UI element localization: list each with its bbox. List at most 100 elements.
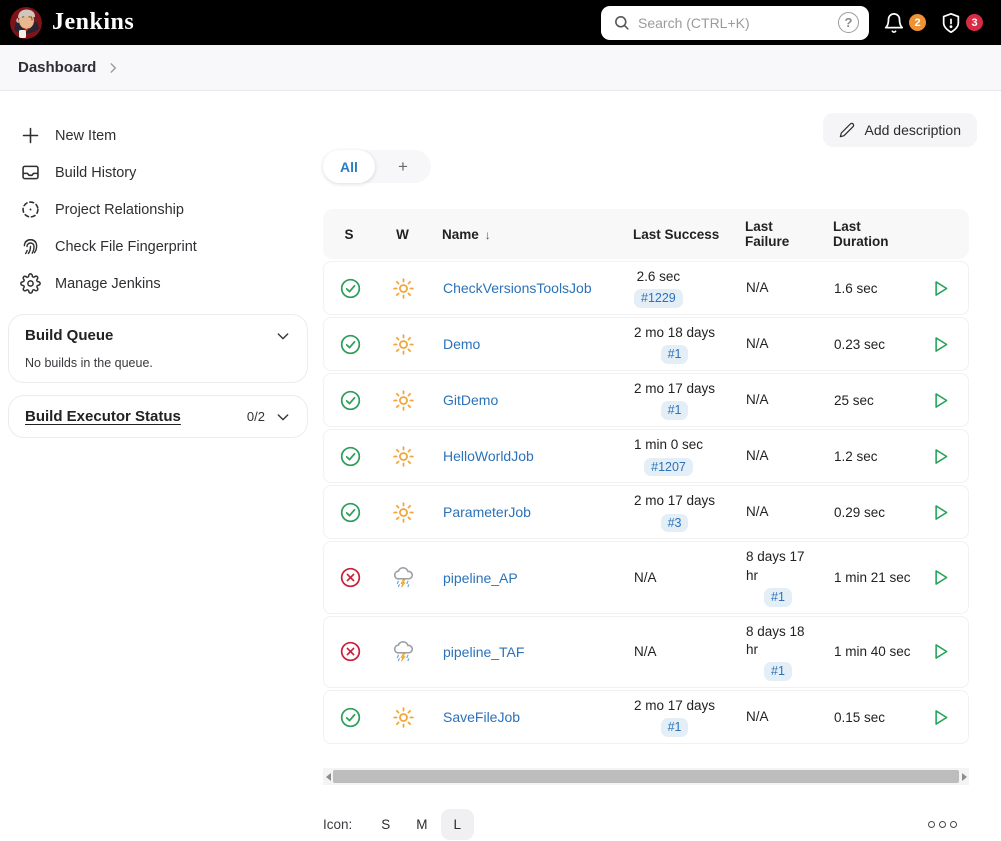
last-duration-value: 0.29 sec <box>834 504 886 520</box>
success-status-icon[interactable] <box>339 333 362 356</box>
last-failure-value: 8 days 18 hr <box>746 623 805 657</box>
sidebar-item-manage-jenkins[interactable]: Manage Jenkins <box>20 265 308 302</box>
overflow-menu-icon[interactable] <box>928 821 969 829</box>
col-last-duration[interactable]: Last Duration <box>825 213 919 255</box>
play-icon <box>935 644 948 660</box>
table-row: pipeline_AP N/A 8 days 17 hr #1 1 min 21 … <box>323 541 969 614</box>
last-success-value: N/A <box>634 569 657 585</box>
play-icon <box>935 505 948 520</box>
chevron-down-icon[interactable] <box>275 328 291 344</box>
scroll-right-arrow-icon[interactable] <box>959 768 969 785</box>
scrollbar-thumb[interactable] <box>333 770 959 784</box>
last-success-value: 2 mo 17 days <box>634 698 716 714</box>
col-name[interactable]: Name ↓ <box>430 221 625 248</box>
build-number-badge[interactable]: #1 <box>764 587 792 607</box>
run-build-button[interactable] <box>928 639 953 664</box>
last-duration-value: 1 min 21 sec <box>834 570 911 586</box>
build-number-badge[interactable]: #1 <box>660 345 689 365</box>
job-link[interactable]: GitDemo <box>443 392 498 408</box>
last-success-value: 2 mo 17 days <box>634 381 716 397</box>
build-number-badge[interactable]: #1 <box>660 401 689 421</box>
sidebar-item-label: New Item <box>55 127 117 144</box>
run-build-button[interactable] <box>928 705 953 730</box>
sidebar-item-build-history[interactable]: Build History <box>20 154 308 191</box>
jenkins-home-link[interactable]: Jenkins <box>10 6 134 39</box>
bell-icon <box>884 12 904 33</box>
build-executor-status-panel: Build Executor Status 0/2 <box>8 395 308 438</box>
sidebar-item-project-relationship[interactable]: Project Relationship <box>20 191 308 228</box>
success-status-icon[interactable] <box>339 445 362 468</box>
horizontal-scrollbar[interactable] <box>323 768 969 786</box>
job-link[interactable]: pipeline_AP <box>443 570 518 586</box>
relationship-icon <box>22 201 39 218</box>
last-success-value: N/A <box>634 643 657 659</box>
sidebar-item-new-item[interactable]: New Item <box>20 117 308 154</box>
failure-status-icon[interactable] <box>339 640 362 663</box>
icon-size-small-button[interactable]: S <box>368 809 403 840</box>
build-queue-title: Build Queue <box>25 327 114 344</box>
build-number-badge[interactable]: #1 <box>764 662 792 682</box>
job-link[interactable]: pipeline_TAF <box>443 644 524 660</box>
last-duration-value: 25 sec <box>834 392 874 408</box>
run-build-button[interactable] <box>928 444 953 469</box>
sunny-weather-icon <box>393 389 414 411</box>
security-warnings-button[interactable]: 3 <box>940 12 983 34</box>
last-duration-value: 1.2 sec <box>834 448 878 464</box>
search-bar[interactable]: ? <box>601 5 869 40</box>
add-description-button[interactable]: Add description <box>823 113 977 147</box>
table-row: GitDemo 2 mo 17 days #1 N/A 25 sec <box>323 373 969 428</box>
storm-weather-icon <box>393 566 413 588</box>
last-success-value: 2 mo 17 days <box>634 493 716 509</box>
build-number-badge[interactable]: #3 <box>660 513 689 533</box>
col-status[interactable]: S <box>323 221 375 248</box>
sunny-weather-icon <box>393 333 414 355</box>
build-queue-empty-text: No builds in the queue. <box>25 356 153 370</box>
search-input[interactable] <box>638 14 830 31</box>
job-link[interactable]: HelloWorldJob <box>443 448 534 464</box>
success-status-icon[interactable] <box>339 501 362 524</box>
chevron-right-icon <box>110 62 117 73</box>
run-build-button[interactable] <box>928 388 953 413</box>
play-icon <box>935 392 948 408</box>
sidebar-item-check-file-fingerprint[interactable]: Check File Fingerprint <box>20 228 308 265</box>
run-build-button[interactable] <box>928 500 953 525</box>
failure-status-icon[interactable] <box>339 566 362 589</box>
job-link[interactable]: CheckVersionsToolsJob <box>443 280 592 296</box>
scroll-left-arrow-icon[interactable] <box>323 768 333 785</box>
tab-all[interactable]: All <box>323 150 375 183</box>
last-success-value: 1 min 0 sec <box>634 437 704 453</box>
storm-weather-icon <box>393 640 413 662</box>
breadcrumb-dashboard[interactable]: Dashboard <box>18 59 96 76</box>
build-number-badge[interactable]: #1229 <box>634 289 683 309</box>
gear-icon <box>20 273 41 294</box>
build-number-badge[interactable]: #1207 <box>644 457 693 477</box>
col-last-success[interactable]: Last Success <box>625 221 737 248</box>
new-view-button[interactable]: + <box>375 157 431 177</box>
col-weather[interactable]: W <box>375 221 430 248</box>
chevron-down-icon[interactable] <box>275 409 291 425</box>
play-icon <box>935 709 948 725</box>
icon-size-large-button[interactable]: L <box>440 809 475 841</box>
table-row: HelloWorldJob 1 min 0 sec #1207 N/A 1.2 s… <box>323 429 969 484</box>
run-build-button[interactable] <box>928 332 953 357</box>
notification-count-badge: 2 <box>909 14 926 31</box>
sidebar-item-label: Check File Fingerprint <box>55 238 197 255</box>
notifications-button[interactable]: 2 <box>883 12 926 34</box>
success-status-icon[interactable] <box>339 389 362 412</box>
col-last-failure[interactable]: Last Failure <box>737 213 825 255</box>
success-status-icon[interactable] <box>339 277 362 300</box>
last-duration-value: 0.15 sec <box>834 709 886 725</box>
success-status-icon[interactable] <box>339 706 362 729</box>
run-build-button[interactable] <box>928 276 953 301</box>
build-executor-status-link[interactable]: Build Executor Status <box>25 408 181 425</box>
search-help-icon[interactable]: ? <box>838 12 859 33</box>
build-number-badge[interactable]: #1 <box>660 718 689 738</box>
plus-icon <box>22 127 39 144</box>
icon-size-medium-button[interactable]: M <box>403 809 440 840</box>
sunny-weather-icon <box>393 277 414 299</box>
job-link[interactable]: SaveFileJob <box>443 709 520 725</box>
job-link[interactable]: ParameterJob <box>443 504 531 520</box>
job-table-header: S W Name ↓ Last Success Last Failure Last… <box>323 209 969 259</box>
run-build-button[interactable] <box>928 565 953 590</box>
job-link[interactable]: Demo <box>443 336 480 352</box>
